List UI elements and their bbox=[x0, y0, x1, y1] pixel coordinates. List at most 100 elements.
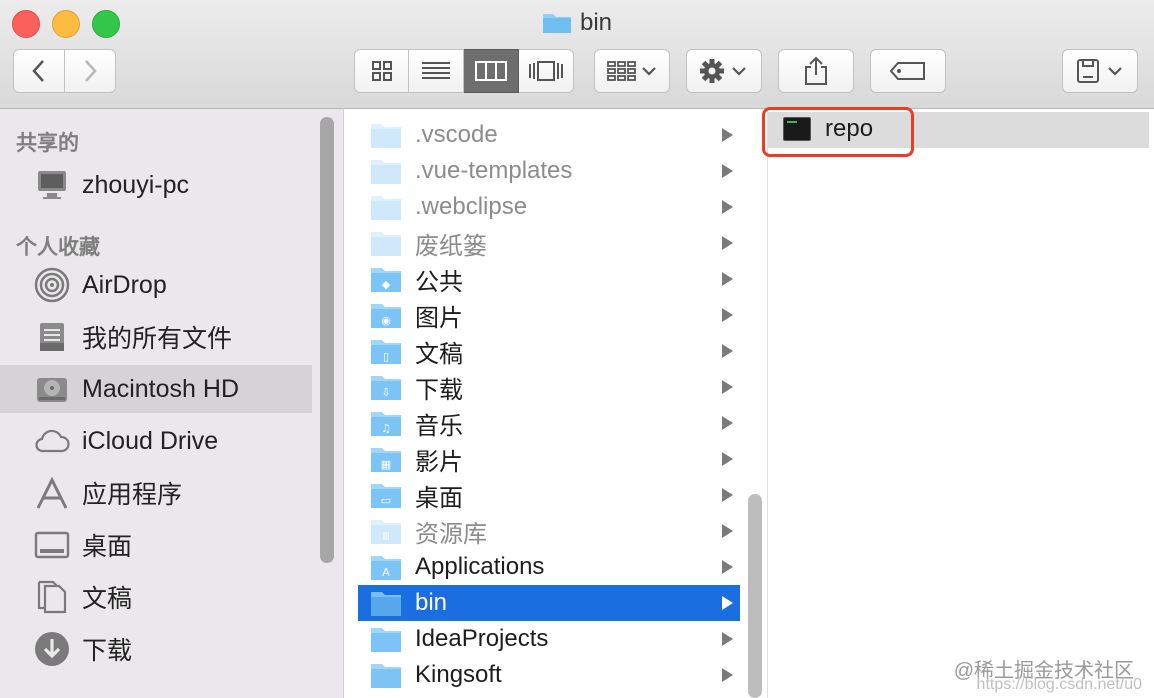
sidebar-item-downloads[interactable]: 下载 bbox=[0, 625, 312, 673]
folder-icon: Ⅲ bbox=[370, 517, 402, 545]
eject-button[interactable] bbox=[1062, 49, 1138, 93]
disclosure-arrow-icon bbox=[722, 308, 733, 322]
folder-icon bbox=[370, 661, 402, 689]
column-divider[interactable] bbox=[767, 109, 768, 698]
svg-text:Ⅲ: Ⅲ bbox=[382, 530, 390, 543]
disclosure-arrow-icon bbox=[722, 488, 733, 502]
arrange-button[interactable] bbox=[594, 49, 670, 93]
disclosure-arrow-icon bbox=[722, 524, 733, 538]
sidebar-item-label: Macintosh HD bbox=[82, 374, 239, 403]
sidebar-item-label: 应用程序 bbox=[82, 481, 183, 509]
folder-icon bbox=[370, 229, 402, 257]
action-button[interactable] bbox=[686, 49, 762, 93]
column-view-button[interactable] bbox=[464, 49, 519, 93]
list-item[interactable]: Ⅲ 资源库 bbox=[358, 513, 740, 549]
list-item[interactable]: Kingsoft bbox=[358, 657, 740, 693]
folder-name: bin bbox=[415, 589, 448, 616]
sidebar-scrollbar[interactable] bbox=[320, 117, 334, 563]
applications-icon bbox=[32, 473, 72, 513]
sidebar-item-documents[interactable]: 文稿 bbox=[0, 573, 312, 621]
tags-button[interactable] bbox=[870, 49, 946, 93]
list-item[interactable]: .vscode bbox=[358, 117, 740, 153]
sidebar-item-macintosh-hd[interactable]: Macintosh HD bbox=[0, 365, 312, 413]
folder-icon bbox=[370, 193, 402, 221]
sidebar-item-icloud-drive[interactable]: iCloud Drive bbox=[0, 417, 312, 465]
folder-icon: ▦ bbox=[370, 445, 402, 473]
list-item[interactable]: A Applications bbox=[358, 549, 740, 585]
folder-name: 文稿 bbox=[415, 340, 463, 368]
sidebar-item-label: AirDrop bbox=[82, 270, 167, 299]
view-mode-control bbox=[354, 49, 574, 93]
folder-name: 下载 bbox=[415, 376, 463, 404]
computer-icon bbox=[32, 165, 72, 205]
all-files-icon bbox=[32, 317, 72, 357]
cover-flow-view-button[interactable] bbox=[519, 49, 574, 93]
folder-name: .vue-templates bbox=[415, 157, 573, 184]
folder-icon bbox=[370, 589, 402, 617]
forward-button[interactable] bbox=[64, 49, 116, 93]
disclosure-arrow-icon bbox=[722, 236, 733, 250]
list-item[interactable]: ♫ 音乐 bbox=[358, 405, 740, 441]
window-title: bin bbox=[0, 6, 1154, 40]
list-item[interactable]: ◉ 图片 bbox=[358, 297, 740, 333]
sidebar-item-airdrop[interactable]: AirDrop bbox=[0, 261, 312, 309]
folder-icon bbox=[370, 121, 402, 149]
folder-icon: A bbox=[370, 553, 402, 581]
chevron-left-icon bbox=[32, 60, 44, 82]
column-scrollbar[interactable] bbox=[748, 494, 762, 698]
list-item[interactable]: ⇩ 下载 bbox=[358, 369, 740, 405]
folder-name: 资源库 bbox=[415, 520, 487, 548]
svg-text:▭: ▭ bbox=[381, 494, 391, 507]
folder-name: 图片 bbox=[415, 304, 463, 332]
grid-icon bbox=[371, 61, 392, 81]
folder-name: .vscode bbox=[415, 121, 498, 148]
sidebar-item-label: 下载 bbox=[82, 637, 133, 665]
list-item[interactable]: ▦ 影片 bbox=[358, 441, 740, 477]
disclosure-arrow-icon bbox=[722, 344, 733, 358]
folder-icon: ♫ bbox=[370, 409, 402, 437]
columns-icon bbox=[475, 61, 507, 81]
chevron-right-icon bbox=[85, 60, 97, 82]
window-title-text: bin bbox=[579, 9, 613, 36]
sidebar-item-label: 文稿 bbox=[82, 585, 133, 613]
sidebar-item-label: zhouyi-pc bbox=[82, 170, 189, 199]
hard-drive-icon bbox=[32, 369, 72, 409]
sidebar-item-label: iCloud Drive bbox=[82, 426, 219, 455]
cover-flow-icon bbox=[529, 61, 563, 81]
tag-icon bbox=[889, 62, 925, 80]
list-item[interactable]: IdeaProjects bbox=[358, 621, 740, 657]
share-button[interactable] bbox=[778, 49, 854, 93]
svg-text:▯: ▯ bbox=[383, 350, 389, 363]
folder-icon: ◉ bbox=[370, 301, 402, 329]
watermark-url: https://blog.csdn.net/u0 bbox=[976, 676, 1142, 693]
list-item[interactable]: ▭ 桌面 bbox=[358, 477, 740, 513]
list-item[interactable]: ◆ 公共 bbox=[358, 261, 740, 297]
cloud-icon bbox=[32, 421, 72, 461]
folder-icon: ⇩ bbox=[370, 373, 402, 401]
svg-text:♫: ♫ bbox=[381, 422, 391, 435]
sidebar-item-applications[interactable]: 应用程序 bbox=[0, 469, 312, 517]
eject-disk-icon bbox=[1077, 59, 1122, 83]
folder-name: Applications bbox=[415, 553, 545, 580]
column-home: .vscode .vue-templates .webclipse 废纸篓 ◆ 公共 ◉ 图片… bbox=[358, 109, 740, 698]
svg-text:◆: ◆ bbox=[382, 278, 391, 291]
disclosure-arrow-icon bbox=[722, 416, 733, 430]
list-item[interactable]: ▯ 文稿 bbox=[358, 333, 740, 369]
folder-name: .webclipse bbox=[415, 193, 528, 220]
airdrop-icon bbox=[32, 265, 72, 305]
disclosure-arrow-icon bbox=[722, 164, 733, 178]
desktop-icon bbox=[32, 525, 72, 565]
list-item[interactable]: .vue-templates bbox=[358, 153, 740, 189]
sidebar-item-desktop[interactable]: 桌面 bbox=[0, 521, 312, 569]
list-item[interactable]: .webclipse bbox=[358, 189, 740, 225]
disclosure-arrow-icon bbox=[722, 632, 733, 646]
sidebar-item-zhouyi-pc[interactable]: zhouyi-pc bbox=[0, 161, 312, 209]
back-button[interactable] bbox=[13, 49, 65, 93]
sidebar-item-all-my-files[interactable]: 我的所有文件 bbox=[0, 313, 312, 361]
list-view-button[interactable] bbox=[409, 49, 464, 93]
folder-icon bbox=[542, 14, 571, 33]
list-item[interactable]: 废纸篓 bbox=[358, 225, 740, 261]
sidebar: 共享的 zhouyi-pc 个人收藏 AirDrop 我的所有文件 Macint… bbox=[0, 109, 344, 698]
icon-view-button[interactable] bbox=[354, 49, 409, 93]
list-item[interactable]: bin bbox=[358, 585, 740, 621]
